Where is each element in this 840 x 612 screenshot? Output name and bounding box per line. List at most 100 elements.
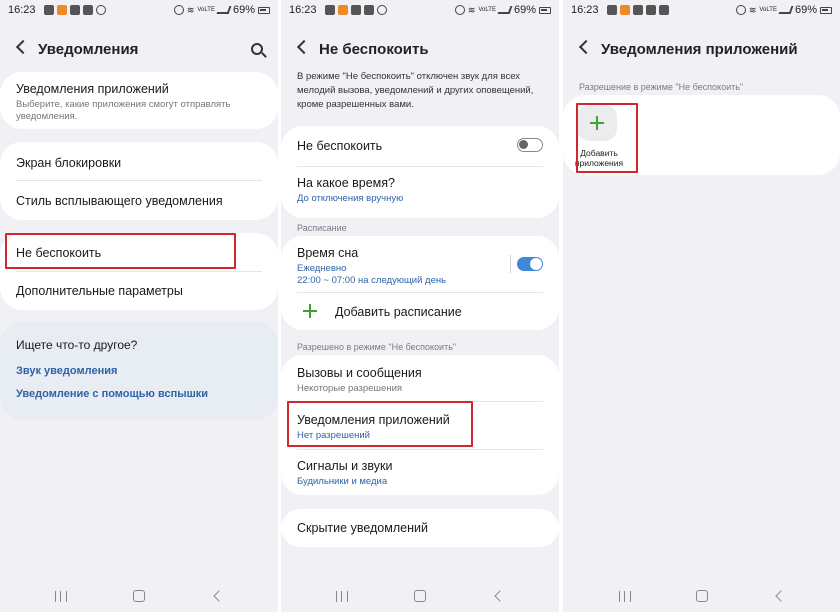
status-notification-icons bbox=[607, 5, 669, 15]
app-notifications-card[interactable]: Уведомления приложений Выберите, какие п… bbox=[0, 72, 278, 129]
alarms-sounds-item[interactable]: Сигналы и звуки Будильники и медиа bbox=[297, 459, 543, 488]
back-nav-icon[interactable] bbox=[775, 590, 787, 602]
status-time: 16:23 bbox=[8, 4, 36, 16]
nav-bar bbox=[0, 582, 278, 612]
app-bar: Не беспокоить bbox=[281, 36, 559, 66]
divider bbox=[297, 449, 543, 450]
status-notification-icons bbox=[44, 5, 106, 15]
app-notifications-subtitle: Выберите, какие приложения смогут отправ… bbox=[16, 99, 231, 122]
back-nav-icon[interactable] bbox=[494, 590, 506, 602]
add-schedule-button[interactable]: Добавить расписание bbox=[335, 305, 543, 319]
calls-messages-item[interactable]: Вызовы и сообщения Некоторые разрешения bbox=[297, 366, 543, 395]
status-app-icon bbox=[633, 5, 643, 15]
status-app-icon bbox=[338, 5, 348, 15]
wifi-icon: ≋ bbox=[748, 4, 757, 15]
plus-icon bbox=[303, 304, 317, 318]
lock-screen-item[interactable]: Экран блокировки bbox=[16, 156, 262, 170]
volte-label: VoLTE bbox=[759, 7, 777, 13]
battery-icon bbox=[539, 6, 551, 14]
sleep-toggle[interactable] bbox=[517, 257, 543, 271]
recent-apps-icon[interactable] bbox=[619, 591, 631, 602]
back-nav-icon[interactable] bbox=[213, 590, 225, 602]
battery-percent: 69% bbox=[232, 4, 255, 16]
status-right: ≋ VoLTE 69% bbox=[454, 4, 551, 16]
divider bbox=[16, 180, 262, 181]
search-icon[interactable] bbox=[251, 43, 263, 55]
divider bbox=[297, 166, 543, 167]
status-app-icon bbox=[83, 5, 93, 15]
back-arrow-icon[interactable] bbox=[15, 39, 31, 55]
highlight-box bbox=[576, 103, 638, 173]
duration-subtitle: До отключения вручную bbox=[297, 193, 404, 204]
status-app-icon bbox=[364, 5, 374, 15]
advanced-settings-item[interactable]: Дополнительные параметры bbox=[16, 284, 262, 298]
app-bar: Уведомления bbox=[0, 36, 278, 66]
lock-screen-card: Экран блокировки Стиль всплывающего увед… bbox=[0, 142, 278, 220]
sounds-title: Сигналы и звуки bbox=[297, 459, 393, 473]
status-right: ≋ VoLTE 69% bbox=[173, 4, 270, 16]
status-app-icon bbox=[620, 5, 630, 15]
sleep-title: Время сна bbox=[297, 246, 359, 260]
battery-icon bbox=[820, 6, 832, 14]
duration-item[interactable]: На какое время? До отключения вручную bbox=[297, 176, 543, 205]
divider bbox=[16, 271, 262, 272]
nav-bar bbox=[563, 582, 840, 612]
battery-icon bbox=[258, 6, 270, 14]
home-icon[interactable] bbox=[133, 590, 145, 602]
home-icon[interactable] bbox=[696, 590, 708, 602]
image-icon bbox=[351, 5, 361, 15]
divider bbox=[297, 292, 543, 293]
duration-title: На какое время? bbox=[297, 176, 395, 190]
screen-do-not-disturb: 16:23 ≋ VoLTE 69% Не беспокоить В режиме… bbox=[281, 0, 559, 612]
image-icon bbox=[646, 5, 656, 15]
volte-label: VoLTE bbox=[197, 7, 215, 13]
dnd-toggle-label: Не беспокоить bbox=[297, 139, 383, 153]
home-icon[interactable] bbox=[414, 590, 426, 602]
app-bar: Уведомления приложений bbox=[563, 36, 840, 66]
app-notifications-title: Уведомления приложений bbox=[16, 82, 169, 96]
wifi-icon: ≋ bbox=[467, 4, 476, 15]
hide-notifications-item: Скрытие уведомлений bbox=[297, 521, 428, 535]
looking-for-card: Ищете что-то другое? Звук уведомления Ув… bbox=[0, 322, 278, 420]
dnd-description: В режиме "Не беспокоить" отключен звук д… bbox=[297, 71, 534, 110]
page-title: Не беспокоить bbox=[319, 41, 429, 58]
popup-style-item[interactable]: Стиль всплывающего уведомления bbox=[16, 194, 262, 208]
allowed-section-label: Разрешение в режиме "Не беспокоить" bbox=[579, 82, 744, 92]
notification-sound-link[interactable]: Звук уведомления bbox=[16, 365, 117, 377]
highlight-box bbox=[287, 401, 473, 447]
signal-icon bbox=[778, 6, 794, 14]
status-time: 16:23 bbox=[289, 4, 317, 16]
status-app-icon bbox=[44, 5, 54, 15]
sleep-schedule-item[interactable]: Время сна Ежедневно 22:00 ~ 07:00 на сле… bbox=[297, 246, 543, 287]
status-app-icon bbox=[325, 5, 335, 15]
dnd-toggle[interactable] bbox=[517, 138, 543, 152]
page-title: Уведомления bbox=[38, 41, 139, 58]
sleep-time-range: 22:00 ~ 07:00 на следующий день bbox=[297, 275, 447, 286]
signal-icon bbox=[497, 6, 513, 14]
status-app-icon bbox=[659, 5, 669, 15]
toggle-separator bbox=[510, 255, 511, 273]
signal-icon bbox=[216, 6, 232, 14]
battery-percent: 69% bbox=[794, 4, 817, 16]
flash-notification-link[interactable]: Уведомление с помощью вспышки bbox=[16, 388, 208, 400]
recent-apps-icon[interactable] bbox=[336, 591, 348, 602]
calls-title: Вызовы и сообщения bbox=[297, 366, 422, 380]
allowed-section-label: Разрешено в режиме "Не беспокоить" bbox=[297, 342, 457, 352]
search-icon bbox=[96, 5, 106, 15]
hide-notifications-card[interactable]: Скрытие уведомлений bbox=[281, 509, 559, 547]
wifi-icon: ≋ bbox=[186, 4, 195, 15]
sleep-days: Ежедневно bbox=[297, 263, 347, 274]
back-arrow-icon[interactable] bbox=[578, 39, 594, 55]
status-bar: 16:23 ≋ VoLTE 69% bbox=[0, 0, 278, 22]
status-app-icon bbox=[607, 5, 617, 15]
screen-notifications: 16:23 ≋ VoLTE 69% Уведомления Уведомлени… bbox=[0, 0, 278, 612]
recent-apps-icon[interactable] bbox=[55, 591, 67, 602]
nav-bar bbox=[281, 582, 559, 612]
image-icon bbox=[70, 5, 80, 15]
battery-percent: 69% bbox=[513, 4, 536, 16]
calls-subtitle: Некоторые разрешения bbox=[297, 383, 403, 394]
status-time: 16:23 bbox=[571, 4, 599, 16]
back-arrow-icon[interactable] bbox=[296, 39, 312, 55]
status-bar: 16:23 ≋ VoLTE 69% bbox=[563, 0, 840, 22]
highlight-box bbox=[5, 233, 236, 269]
